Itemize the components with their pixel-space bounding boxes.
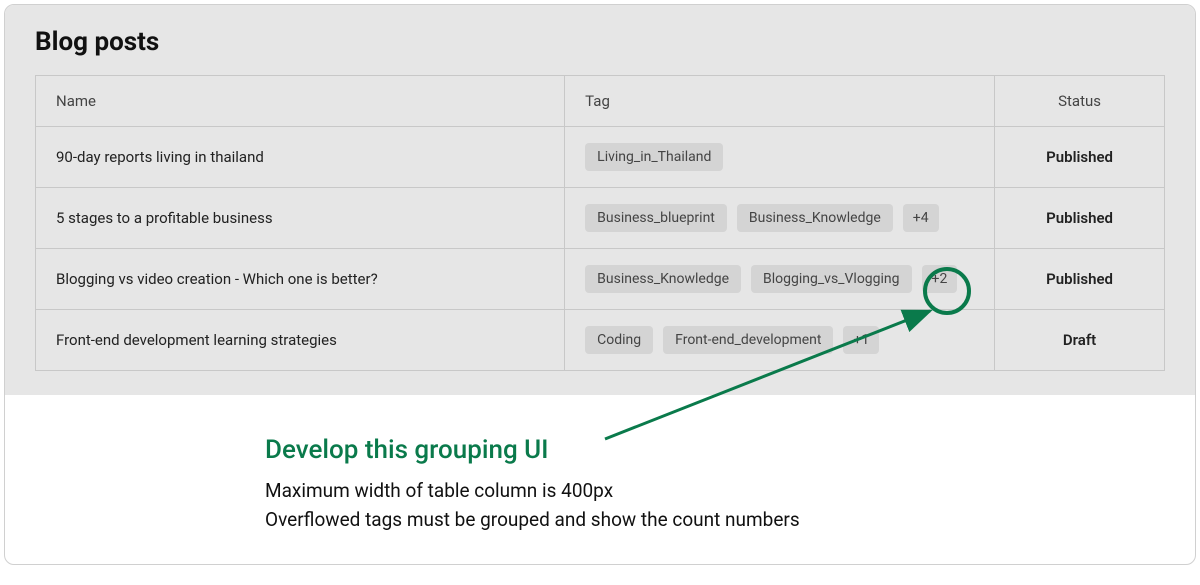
tag-group: Coding Front-end_development +1 <box>585 326 974 354</box>
tag-chip[interactable]: Living_in_Thailand <box>585 143 723 171</box>
table-row[interactable]: 90-day reports living in thailand Living… <box>36 127 1165 188</box>
tag-overflow-chip[interactable]: +1 <box>843 326 879 354</box>
table-row[interactable]: Front-end development learning strategie… <box>36 310 1165 371</box>
tag-group: Business_Knowledge Blogging_vs_Vlogging … <box>585 265 974 293</box>
tag-group: Business_blueprint Business_Knowledge +4 <box>585 204 974 232</box>
table-row[interactable]: Blogging vs video creation - Which one i… <box>36 249 1165 310</box>
tag-chip[interactable]: Blogging_vs_Vlogging <box>751 265 912 293</box>
cell-tags: Living_in_Thailand <box>565 127 995 188</box>
cell-status: Published <box>995 127 1165 188</box>
tag-chip[interactable]: Business_blueprint <box>585 204 727 232</box>
cell-status: Published <box>995 249 1165 310</box>
tag-chip[interactable]: Front-end_development <box>663 326 833 354</box>
column-header-name: Name <box>36 76 565 127</box>
tag-overflow-chip[interactable]: +4 <box>903 204 939 232</box>
tag-group: Living_in_Thailand <box>585 143 974 171</box>
cell-name: Front-end development learning strategie… <box>36 310 565 371</box>
tag-chip[interactable]: Coding <box>585 326 653 354</box>
table-panel: Blog posts Name Tag Status 90-day report… <box>5 5 1195 395</box>
annotation-area: Develop this grouping UI Maximum width o… <box>5 395 1195 564</box>
column-header-status: Status <box>995 76 1165 127</box>
column-header-tag: Tag <box>565 76 995 127</box>
page-title: Blog posts <box>35 27 1165 57</box>
cell-name: 90-day reports living in thailand <box>36 127 565 188</box>
tag-chip[interactable]: Business_Knowledge <box>585 265 741 293</box>
cell-status: Published <box>995 188 1165 249</box>
table-row[interactable]: 5 stages to a profitable business Busine… <box>36 188 1165 249</box>
tag-chip[interactable]: Business_Knowledge <box>737 204 893 232</box>
cell-tags: Business_Knowledge Blogging_vs_Vlogging … <box>565 249 995 310</box>
annotation-line: Maximum width of table column is 400px <box>265 477 1165 506</box>
table-header-row: Name Tag Status <box>36 76 1165 127</box>
annotation-headline: Develop this grouping UI <box>265 435 1165 465</box>
annotation-line: Overflowed tags must be grouped and show… <box>265 506 1165 535</box>
cell-status: Draft <box>995 310 1165 371</box>
cell-name: 5 stages to a profitable business <box>36 188 565 249</box>
blog-posts-table: Name Tag Status 90-day reports living in… <box>35 75 1165 371</box>
cell-tags: Coding Front-end_development +1 <box>565 310 995 371</box>
cell-name: Blogging vs video creation - Which one i… <box>36 249 565 310</box>
tag-overflow-chip[interactable]: +2 <box>922 265 958 293</box>
cell-tags: Business_blueprint Business_Knowledge +4 <box>565 188 995 249</box>
card-container: Blog posts Name Tag Status 90-day report… <box>4 4 1196 565</box>
